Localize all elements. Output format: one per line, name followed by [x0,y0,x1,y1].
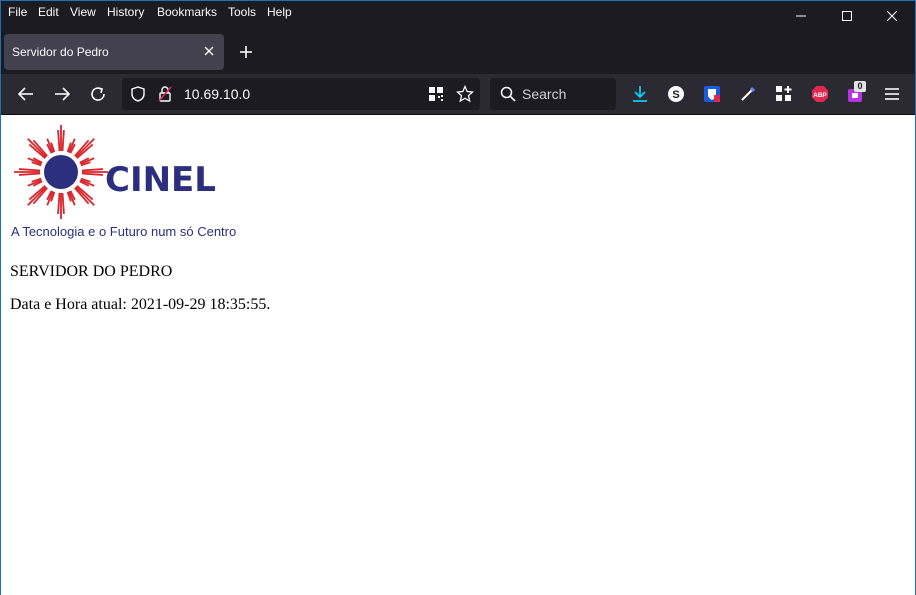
url-text: 10.69.10.0 [184,86,251,102]
current-datetime: Data e Hora atual: 2021-09-29 18:35:55. [10,296,271,313]
page-heading: SERVIDOR DO PEDRO [10,263,173,280]
qr-icon[interactable] [428,86,444,102]
svg-text:ABP: ABP [813,92,827,99]
menu-help[interactable]: Help [267,5,292,19]
adblock-icon[interactable]: ABP [811,85,829,103]
eyedropper-icon[interactable] [739,85,757,103]
search-placeholder: Search [522,86,567,102]
menu-history[interactable]: History [107,5,144,19]
minimize-icon [796,15,806,17]
download-icon[interactable] [631,85,649,103]
star-icon[interactable] [456,85,474,103]
logo-ray [27,138,47,158]
tab-title: Servidor do Pedro [12,45,109,59]
logo-ray [57,192,61,214]
back-icon[interactable] [17,85,35,103]
logo-ray [81,172,103,176]
lock-icon[interactable] [157,85,173,103]
tab-servidor-do-pedro[interactable]: Servidor do Pedro [4,34,224,70]
forward-icon[interactable] [53,85,71,103]
extension-badge: 0 [854,81,866,92]
extensions-icon[interactable] [775,85,793,103]
logo-ray [61,192,65,214]
shield-icon[interactable] [130,86,146,102]
maximize-button[interactable] [824,1,870,31]
maximize-icon [842,11,852,21]
new-tab-icon[interactable] [237,43,255,61]
reload-icon[interactable] [89,85,107,103]
search-box[interactable]: Search [490,78,616,110]
menu-tools[interactable]: Tools [228,5,256,19]
logo-tagline: A Tecnologia e o Futuro num só Centro [11,224,237,239]
browser-chrome: File Edit View History Bookmarks Tools H… [1,1,915,115]
close-icon [887,11,897,21]
skype-icon[interactable]: S [667,85,685,103]
page-content: CINEL A Tecnologia e o Futuro num só Cen… [1,115,915,595]
menu-bookmarks[interactable]: Bookmarks [157,5,217,19]
logo-ray [61,130,65,152]
logo-ray [75,138,95,158]
minimize-button[interactable] [778,1,824,31]
logo-ray [19,168,41,172]
url-bar[interactable]: 10.69.10.0 [122,78,480,110]
close-window-button[interactable] [869,1,915,31]
logo-text: CINEL [105,160,216,200]
logo-ray [75,186,95,206]
menu-bar: File Edit View History Bookmarks Tools H… [1,1,915,25]
tab-close-icon[interactable] [202,44,216,58]
bitwarden-icon[interactable] [703,85,721,103]
navigation-bar: 10.69.10.0 Search S ABP [1,74,915,115]
menu-icon[interactable] [883,85,901,103]
logo-ray [57,130,61,152]
logo-ray [27,186,47,206]
menu-file[interactable]: File [8,5,27,19]
search-icon [500,86,516,102]
menu-edit[interactable]: Edit [38,5,59,19]
logo-ray [19,172,41,176]
svg-text:S: S [672,89,679,101]
menu-view[interactable]: View [70,5,96,19]
logo-ray [81,168,103,172]
